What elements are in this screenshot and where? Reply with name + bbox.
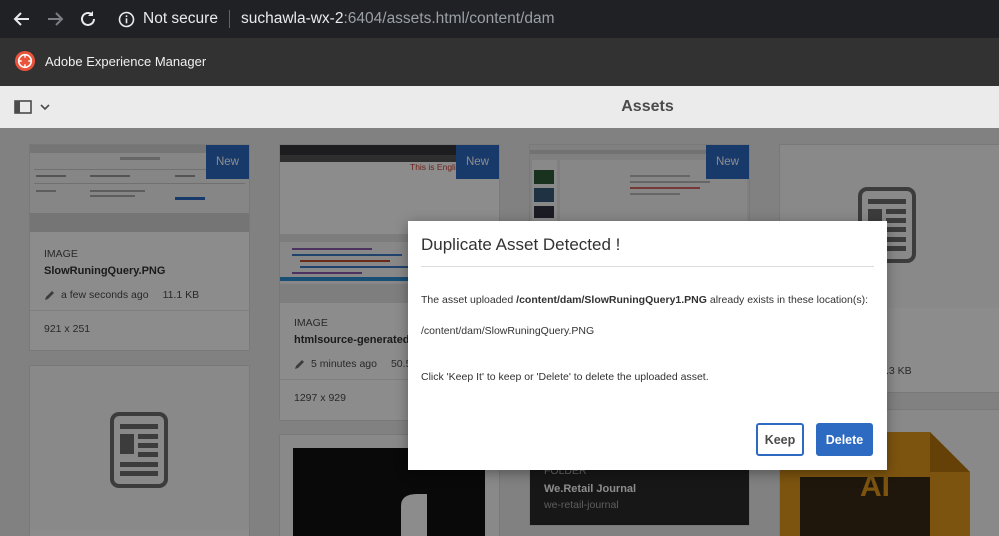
delete-button[interactable]: Delete <box>816 423 873 456</box>
page-title: Assets <box>621 98 674 115</box>
action-bar: Assets <box>0 86 999 128</box>
address-bar[interactable]: Not secure suchawla-wx-2:6404/assets.htm… <box>118 8 555 30</box>
url-path: :6404/assets.html/content/dam <box>343 10 555 27</box>
dialog-title: Duplicate Asset Detected ! <box>421 235 621 254</box>
reload-icon[interactable] <box>76 7 100 31</box>
message-prefix: The asset uploaded <box>421 294 517 306</box>
aem-logo-icon[interactable] <box>14 50 36 77</box>
aem-shell-header: Adobe Experience Manager <box>0 38 999 86</box>
duplicate-asset-dialog: Duplicate Asset Detected ! The asset upl… <box>408 221 887 470</box>
back-arrow-icon[interactable] <box>10 7 34 31</box>
info-icon[interactable] <box>118 11 135 28</box>
keep-button[interactable]: Keep <box>756 423 804 456</box>
existing-location: /content/dam/SlowRuningQuery.PNG <box>421 325 595 337</box>
product-name[interactable]: Adobe Experience Manager <box>45 54 206 69</box>
url-separator <box>228 10 230 28</box>
url-host: suchawla-wx-2 <box>240 10 344 27</box>
browser-toolbar: Not secure suchawla-wx-2:6404/assets.htm… <box>0 0 999 38</box>
dialog-message: The asset uploaded /content/dam/SlowRuni… <box>421 294 868 306</box>
message-suffix: already exists in these location(s): <box>706 294 869 306</box>
uploaded-asset-path: /content/dam/SlowRuningQuery1.PNG <box>516 294 707 306</box>
security-status: Not secure <box>143 10 218 27</box>
dialog-divider <box>421 266 874 267</box>
forward-arrow-icon[interactable] <box>43 7 67 31</box>
dialog-instruction: Click 'Keep It' to keep or 'Delete' to d… <box>421 371 709 383</box>
